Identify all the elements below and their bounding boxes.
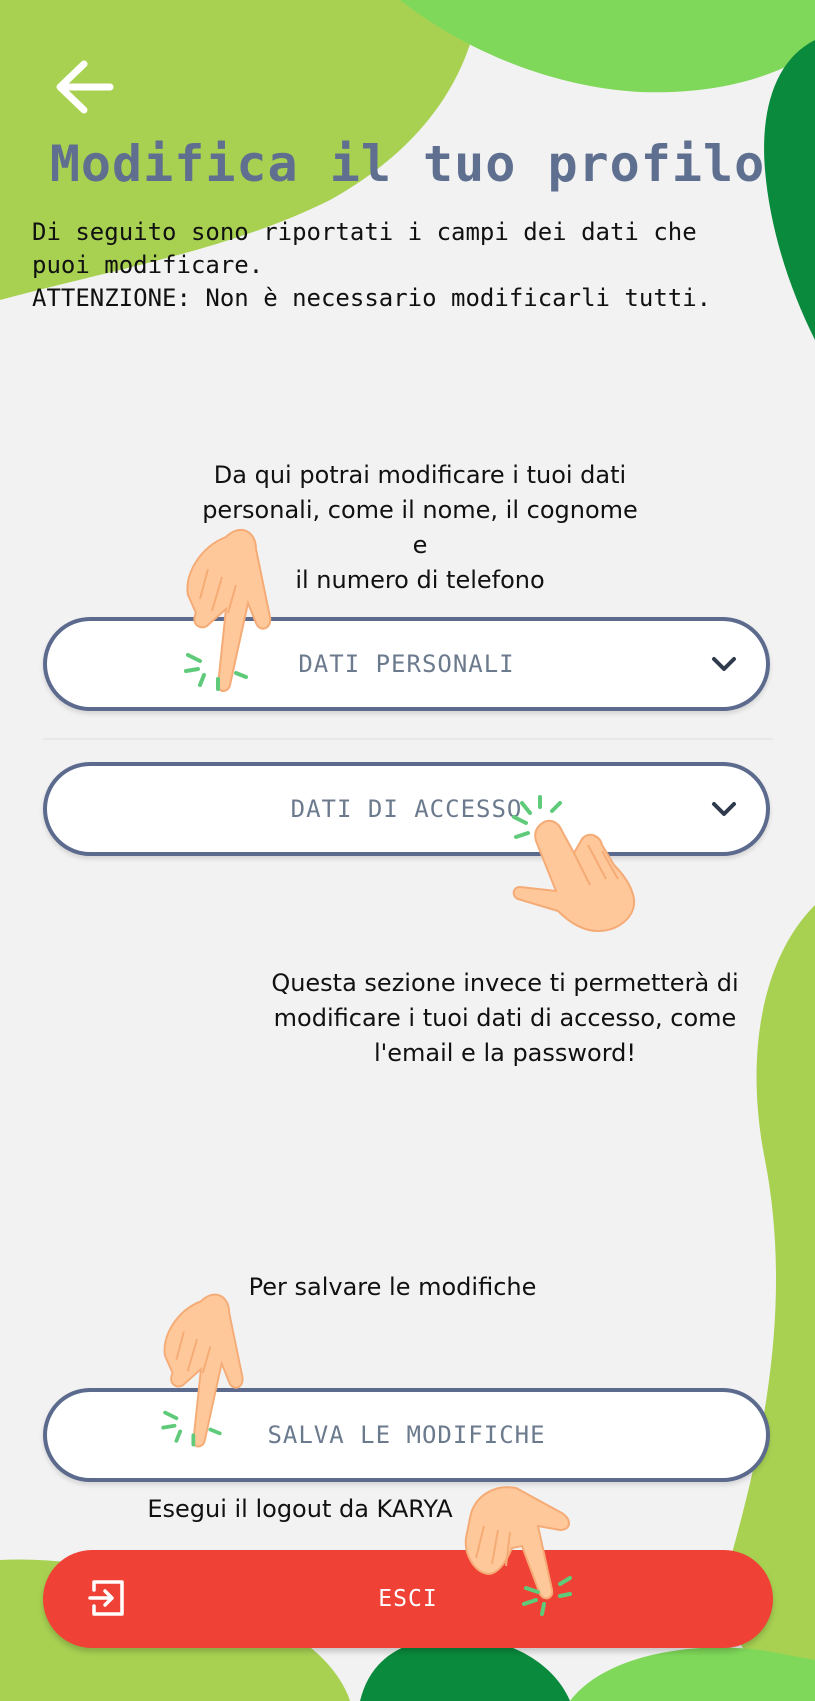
- arrow-left-icon: [56, 60, 114, 114]
- pointing-hand-icon: [161, 1293, 244, 1448]
- chevron-down-icon: [712, 657, 736, 671]
- chevron-down-icon: [712, 802, 736, 816]
- logout-button[interactable]: ESCI: [43, 1550, 773, 1648]
- hint-personal-line-1: Da qui potrai modificare i tuoi dati: [213, 461, 627, 489]
- pointing-hand-icon: [184, 528, 272, 692]
- access-data-dropdown[interactable]: DATI DI ACCESSO: [43, 762, 770, 856]
- profile-edit-screen: Modifica il tuo profilo Di seguito sono …: [0, 0, 815, 1701]
- personal-data-label: DATI PERSONALI: [298, 650, 515, 678]
- intro-line-3: ATTENZIONE: Non è necessario modificarli…: [32, 284, 712, 312]
- hint-access-data: Questa sezione invece ti permetterà di m…: [265, 966, 745, 1071]
- page-title: Modifica il tuo profilo: [49, 135, 766, 193]
- hint-logout: Esegui il logout da KARYA: [147, 1495, 453, 1523]
- back-button[interactable]: [50, 52, 120, 122]
- intro-line-1: Di seguito sono riportati i campi dei da…: [32, 218, 697, 246]
- pointing-hand-icon: [464, 1486, 572, 1616]
- hint-save: Per salvare le modifiche: [248, 1273, 537, 1301]
- bottom-right-bright-blob: [570, 1647, 815, 1701]
- hint-access-line-3: l'email e la password!: [373, 1039, 637, 1067]
- logout-label: ESCI: [378, 1586, 438, 1612]
- save-changes-button[interactable]: SALVA LE MODIFICHE: [43, 1388, 770, 1482]
- intro-text: Di seguito sono riportati i campi dei da…: [32, 216, 812, 315]
- intro-line-2: puoi modificare.: [32, 251, 264, 279]
- section-divider: [43, 738, 773, 740]
- hint-access-line-1: Questa sezione invece ti permetterà di: [271, 969, 739, 997]
- hint-access-line-2: modificare i tuoi dati di accesso, come: [273, 1004, 737, 1032]
- pointing-hand-icon: [512, 795, 636, 933]
- personal-data-dropdown[interactable]: DATI PERSONALI: [43, 617, 770, 711]
